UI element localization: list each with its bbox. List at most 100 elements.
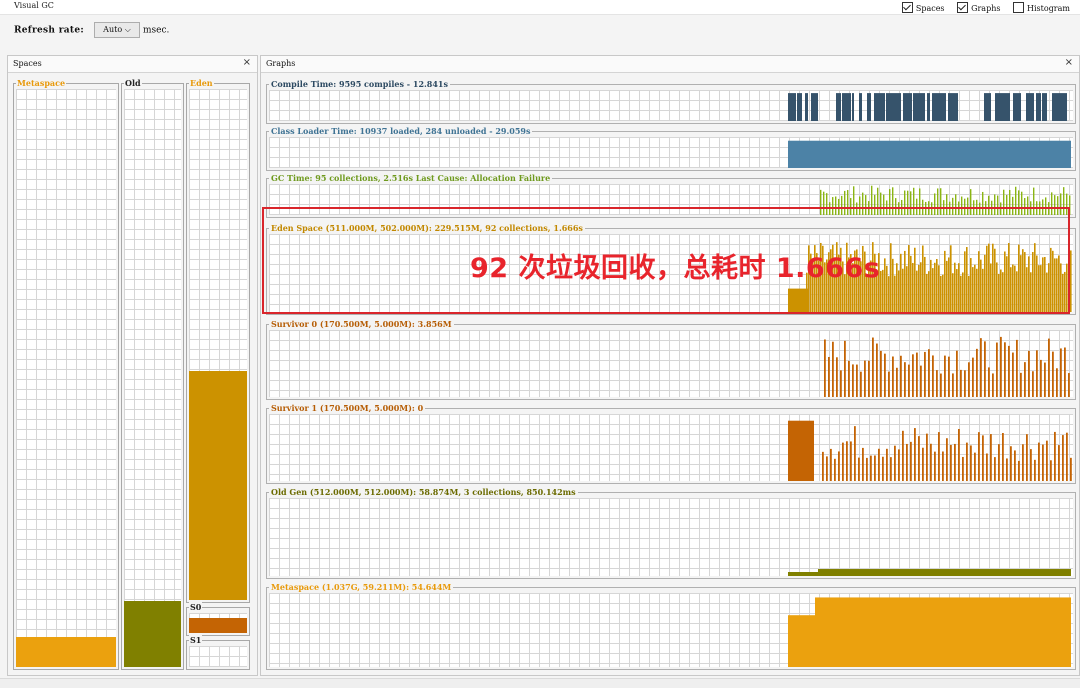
- survivor-1-spike: [1046, 440, 1048, 481]
- survivor-0-graph: Survivor 0 (170.500M, 5.000M): 3.856M: [266, 319, 1076, 400]
- class-loader-graph: Class Loader Time: 10937 loaded, 284 unl…: [266, 126, 1076, 171]
- refresh-rate-value: Auto: [103, 25, 123, 34]
- metaspace-graph-label: Metaspace (1.037G, 59.211M): 54.644M: [269, 582, 454, 592]
- histogram-checkbox[interactable]: [1013, 2, 1025, 13]
- survivor-0-spike: [1020, 372, 1022, 397]
- compile-activity-bar: [913, 93, 925, 121]
- s0-column-label: S0: [189, 602, 203, 612]
- old-fill: [124, 601, 181, 667]
- compile-activity-bar: [886, 93, 901, 121]
- survivor-0-spike: [840, 370, 842, 397]
- spaces-checkbox[interactable]: [901, 2, 913, 13]
- compile-activity-bar: [874, 93, 885, 121]
- metaspace-usage: [815, 597, 1071, 667]
- survivor-1-spike: [842, 442, 844, 481]
- survivor-1-spike: [958, 428, 960, 481]
- graphs-panel-close-icon[interactable]: ×: [1065, 57, 1073, 68]
- survivor-0-spike: [1004, 342, 1006, 397]
- survivor-0-spike: [988, 367, 990, 397]
- survivor-1-spike: [1006, 458, 1008, 481]
- survivor-0-spike: [844, 340, 846, 397]
- survivor-1-spike: [914, 428, 916, 481]
- metaspace-column-label: Metaspace: [16, 78, 67, 88]
- survivor-0-spike: [1000, 336, 1002, 397]
- survivor-0-spike: [1036, 350, 1038, 397]
- refresh-rate-row: Refresh rate: Auto ⌵ msec.: [14, 22, 169, 40]
- s0-column: S0: [186, 602, 250, 636]
- old-column-label: Old: [124, 78, 142, 88]
- survivor-1-spike: [970, 445, 972, 481]
- refresh-rate-select[interactable]: Auto ⌵: [93, 22, 140, 38]
- spaces-option[interactable]: Spaces: [901, 2, 945, 13]
- view-options: Spaces Graphs Histogram: [892, 2, 1070, 13]
- metaspace-graph: Metaspace (1.037G, 59.211M): 54.644M: [266, 582, 1076, 670]
- survivor-0-spike: [900, 355, 902, 397]
- spaces-panel: Spaces × Metaspace Old Eden S0 S1: [7, 55, 258, 676]
- survivor-0-spike: [928, 349, 930, 397]
- survivor-1-graph-canvas: [269, 414, 1073, 481]
- survivor-0-spike: [984, 341, 986, 397]
- histogram-option[interactable]: Histogram: [1013, 2, 1070, 13]
- graphs-panel-title: Graphs: [266, 59, 296, 68]
- survivor-0-spike: [1052, 351, 1054, 397]
- old-column: Old: [121, 78, 184, 670]
- graphs-option-label: Graphs: [971, 4, 1001, 13]
- s1-column: S1: [186, 635, 250, 670]
- survivor-1-spike: [1054, 431, 1056, 481]
- compile-time-graph: Compile Time: 9595 compiles - 12.841s: [266, 79, 1076, 124]
- survivor-0-spike: [908, 364, 910, 397]
- spaces-panel-close-icon[interactable]: ×: [243, 57, 251, 68]
- survivor-0-spike: [868, 360, 870, 397]
- refresh-rate-unit: msec.: [142, 25, 170, 36]
- graphs-option[interactable]: Graphs: [957, 2, 1001, 13]
- metaspace-graph-canvas: [269, 593, 1073, 667]
- survivor-0-spike: [860, 371, 862, 397]
- compile-activity-bar: [948, 93, 958, 121]
- survivor-0-spike: [828, 356, 830, 397]
- compile-activity-bar: [859, 93, 862, 121]
- survivor-0-spike: [1060, 348, 1062, 397]
- survivor-1-spike: [1014, 450, 1016, 481]
- compile-activity-bar: [932, 93, 946, 121]
- class-loader-graph-label: Class Loader Time: 10937 loaded, 284 unl…: [269, 126, 533, 136]
- survivor-0-spike: [944, 355, 946, 397]
- survivor-0-spike: [836, 357, 838, 397]
- survivor-1-spike: [854, 426, 856, 481]
- survivor-1-spike: [982, 435, 984, 481]
- survivor-0-spike: [952, 373, 954, 397]
- survivor-1-graph-label: Survivor 1 (170.500M, 5.000M): 0: [269, 403, 426, 413]
- survivor-1-spike: [934, 451, 936, 481]
- graphs-checkbox[interactable]: [957, 2, 969, 13]
- survivor-0-spike: [980, 338, 982, 397]
- class-loader-graph-canvas: [269, 137, 1073, 168]
- survivor-0-spike: [968, 362, 970, 397]
- survivor-1-spike: [1030, 449, 1032, 481]
- metaspace-fill: [16, 636, 116, 667]
- survivor-0-spike: [1044, 362, 1046, 397]
- survivor-0-spike: [892, 356, 894, 397]
- refresh-rate-label: Refresh rate:: [14, 25, 84, 36]
- compile-activity-bar: [927, 93, 930, 121]
- compile-activity-bar: [788, 93, 796, 121]
- gc-time-graph-label: GC Time: 95 collections, 2.516s Last Cau…: [269, 173, 553, 183]
- compile-time-graph-label: Compile Time: 9595 compiles - 12.841s: [269, 79, 450, 89]
- s0-column-grid: [189, 613, 247, 633]
- survivor-1-spike: [918, 436, 920, 481]
- survivor-1-spike: [834, 458, 836, 481]
- class-loader-plot: [788, 140, 1071, 168]
- s0-fill: [189, 617, 247, 633]
- survivor-1-spike: [930, 443, 932, 481]
- survivor-0-spike: [824, 339, 826, 397]
- survivor-0-spike: [856, 364, 858, 397]
- survivor-1-spike: [990, 434, 992, 481]
- survivor-1-spike: [994, 457, 996, 481]
- survivor-1-spike: [874, 455, 876, 481]
- gc-annotation: 92 次垃圾回收，总耗时 1.666s: [470, 253, 881, 284]
- survivor-1-spike: [1034, 459, 1036, 481]
- survivor-1-spike: [946, 438, 948, 481]
- compile-activity-bar: [1036, 93, 1041, 121]
- old-gen-graph-label: Old Gen (512.000M, 512.000M): 58.874M, 3…: [269, 487, 578, 497]
- graphs-panel: Graphs × Compile Time: 9595 compiles - 1…: [260, 55, 1080, 676]
- survivor-1-spike: [838, 451, 840, 481]
- survivor-0-spike: [924, 351, 926, 397]
